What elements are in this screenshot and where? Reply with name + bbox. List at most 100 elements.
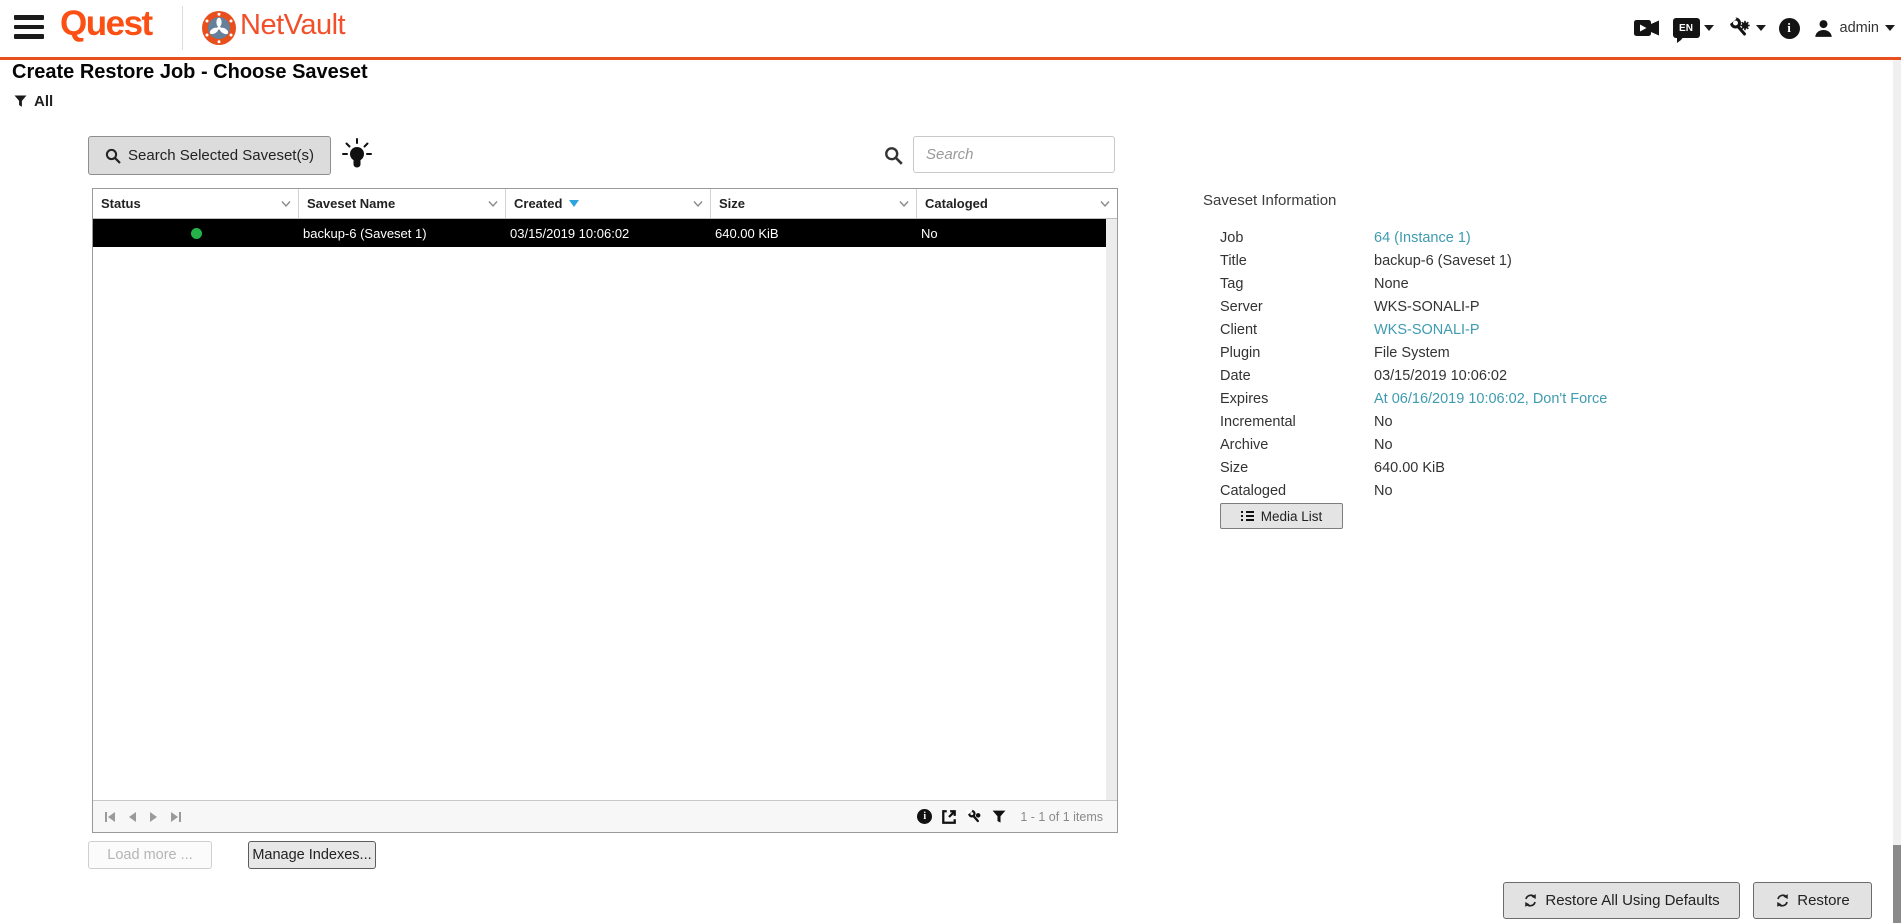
table-row-selected[interactable]: backup-6 (Saveset 1) 03/15/2019 10:06:02… <box>93 219 1106 247</box>
export-icon[interactable] <box>941 809 957 825</box>
created-cell: 03/15/2019 10:06:02 <box>510 225 630 241</box>
field-label: Archive <box>1220 436 1269 453</box>
table-scrollbar[interactable] <box>1106 219 1117 800</box>
field-label: Job <box>1220 229 1244 246</box>
video-tutorial-icon[interactable] <box>1633 19 1660 37</box>
table-header-row: Status Saveset Name Created Size Catalog… <box>93 189 1117 219</box>
table-body: backup-6 (Saveset 1) 03/15/2019 10:06:02… <box>93 219 1117 800</box>
info-row-expires: Expires At 06/16/2019 10:06:02, Don't Fo… <box>1220 387 1607 410</box>
scrollbar-thumb[interactable] <box>1893 845 1901 923</box>
quest-logo[interactable]: Quest <box>60 4 153 44</box>
brand-divider-line <box>0 57 1901 60</box>
load-more-button[interactable]: Load more ... <box>88 841 212 869</box>
last-page-button[interactable] <box>171 811 181 822</box>
status-cell <box>93 219 299 247</box>
field-value: 640.00 KiB <box>1374 459 1445 476</box>
wrench-gear-icon <box>1726 16 1750 36</box>
search-selected-savesets-button[interactable]: Search Selected Saveset(s) <box>88 136 331 175</box>
next-page-button[interactable] <box>150 811 157 822</box>
column-header-cataloged[interactable]: Cataloged <box>917 189 1117 218</box>
field-label: Expires <box>1220 390 1269 407</box>
table-footer: i 1 - 1 of 1 items <box>93 800 1117 832</box>
first-page-button[interactable] <box>105 811 115 822</box>
field-label: Server <box>1220 298 1263 315</box>
tools-menu[interactable] <box>1726 16 1766 40</box>
filter-label: All <box>34 93 54 110</box>
field-label: Client <box>1220 321 1258 338</box>
logo-divider <box>182 6 183 50</box>
language-selector[interactable]: EN <box>1672 18 1714 43</box>
language-code: EN <box>1679 22 1693 34</box>
column-menu-icon[interactable] <box>281 200 291 208</box>
field-label: Date <box>1220 367 1251 384</box>
column-header-created[interactable]: Created <box>506 189 711 218</box>
chevron-down-icon <box>1755 25 1766 31</box>
pagination-summary: 1 - 1 of 1 items <box>1020 809 1103 824</box>
pagination-controls <box>105 811 181 822</box>
info-row-archive: Archive No <box>1220 433 1607 456</box>
user-menu[interactable]: admin <box>1813 18 1895 39</box>
column-menu-icon[interactable] <box>1100 200 1110 208</box>
table-info-icon[interactable]: i <box>917 809 933 824</box>
column-menu-icon[interactable] <box>488 200 498 208</box>
field-value: WKS-SONALI-P <box>1374 298 1480 315</box>
top-bar: Quest NetVault EN i admin <box>0 0 1901 57</box>
saveset-table: Status Saveset Name Created Size Catalog… <box>92 188 1118 833</box>
restore-label: Restore <box>1797 892 1850 909</box>
status-online-icon <box>190 227 202 239</box>
chevron-down-icon <box>1703 25 1714 31</box>
active-filter[interactable]: All <box>14 93 53 110</box>
column-menu-icon[interactable] <box>693 200 703 208</box>
search-input[interactable] <box>913 136 1115 173</box>
size-cell: 640.00 KiB <box>715 225 779 241</box>
job-link[interactable]: 64 (Instance 1) <box>1374 230 1471 246</box>
search-icon <box>105 148 121 164</box>
field-label: Cataloged <box>1220 482 1287 499</box>
user-icon <box>1814 19 1832 37</box>
filter-funnel-icon <box>14 95 27 107</box>
help-info-icon[interactable]: i <box>1778 17 1800 39</box>
column-menu-icon[interactable] <box>899 200 909 208</box>
saveset-name-cell: backup-6 (Saveset 1) <box>303 225 427 241</box>
field-value: 03/15/2019 10:06:02 <box>1374 367 1508 384</box>
saveset-info-panel: Job 64 (Instance 1) Title backup-6 (Save… <box>1220 226 1607 502</box>
table-filter-icon[interactable] <box>992 810 1006 824</box>
field-label: Tag <box>1220 275 1244 292</box>
info-row-date: Date 03/15/2019 10:06:02 <box>1220 364 1607 387</box>
restore-all-label: Restore All Using Defaults <box>1545 892 1720 909</box>
hamburger-menu-icon[interactable] <box>14 15 44 41</box>
info-row-size: Size 640.00 KiB <box>1220 456 1607 479</box>
field-label: Incremental <box>1220 413 1296 430</box>
hint-lightbulb-icon[interactable] <box>340 136 374 174</box>
info-row-client: Client WKS-SONALI-P <box>1220 318 1607 341</box>
netvault-logo-icon[interactable] <box>201 10 237 46</box>
table-settings-icon[interactable] <box>966 808 983 825</box>
cataloged-cell: No <box>921 225 938 241</box>
saveset-info-heading: Saveset Information <box>1203 192 1337 209</box>
language-bubble-icon: EN <box>1672 18 1700 43</box>
column-header-saveset-name[interactable]: Saveset Name <box>299 189 506 218</box>
field-value: No <box>1374 482 1393 499</box>
column-label: Created <box>514 196 563 211</box>
media-list-label: Media List <box>1260 508 1323 524</box>
previous-page-button[interactable] <box>129 811 136 822</box>
sort-descending-icon <box>569 200 580 207</box>
netvault-wordmark[interactable]: NetVault <box>240 9 346 42</box>
column-label: Size <box>719 196 746 211</box>
restore-button[interactable]: Restore <box>1753 882 1872 919</box>
media-list-button[interactable]: Media List <box>1220 503 1343 529</box>
info-row-plugin: Plugin File System <box>1220 341 1607 364</box>
username: admin <box>1839 20 1880 36</box>
client-link[interactable]: WKS-SONALI-P <box>1374 322 1480 338</box>
column-header-size[interactable]: Size <box>711 189 917 218</box>
field-value: File System <box>1374 344 1450 361</box>
info-row-server: Server WKS-SONALI-P <box>1220 295 1607 318</box>
expires-link[interactable]: At 06/16/2019 10:06:02, Don't Force <box>1374 391 1607 407</box>
restore-all-defaults-button[interactable]: Restore All Using Defaults <box>1503 882 1740 919</box>
manage-indexes-button[interactable]: Manage Indexes... <box>248 841 376 869</box>
field-value: None <box>1374 275 1409 292</box>
page-scrollbar[interactable] <box>1893 60 1901 923</box>
field-value: No <box>1374 413 1393 430</box>
column-header-status[interactable]: Status <box>93 189 299 218</box>
column-label: Status <box>101 196 141 211</box>
